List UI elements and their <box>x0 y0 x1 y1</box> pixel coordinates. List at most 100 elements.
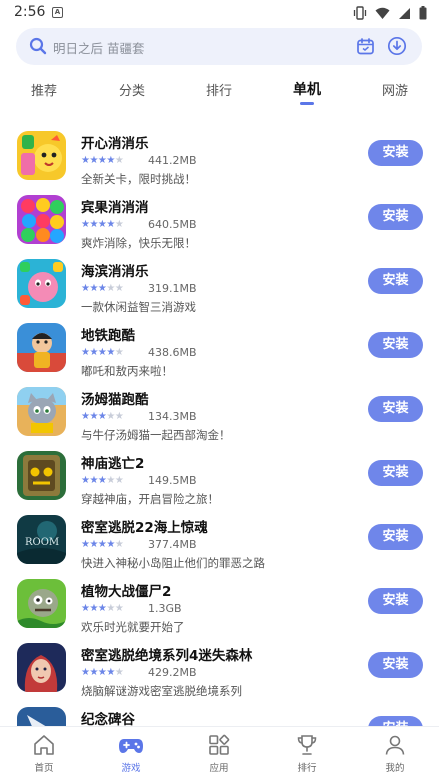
wifi-icon <box>375 7 390 20</box>
list-item[interactable]: 地铁跑酷 ★★★★★ 438.6MB 嘟吒和敖丙来啦！ 安装 <box>0 318 439 382</box>
app-size: 1.3GB <box>148 602 182 615</box>
status-icons <box>353 5 427 21</box>
nav-label: 游戏 <box>121 763 141 774</box>
calendar-icon[interactable] <box>356 37 375 60</box>
tab-ranking[interactable]: 排行 <box>206 80 232 99</box>
nav-label: 排行 <box>297 763 317 774</box>
app-description: 爽炸消除，快乐无限！ <box>81 236 196 250</box>
list-item[interactable]: 宾果消消消 ★★★★★ 640.5MB 爽炸消除，快乐无限！ 安装 <box>0 190 439 254</box>
category-tabs: 推荐 分类 排行 单机 网游 <box>0 76 439 110</box>
subway-surfers-icon <box>17 323 66 372</box>
app-description: 欢乐时光就要开始了 <box>81 620 185 634</box>
nav-label: 我的 <box>385 763 405 774</box>
person-icon <box>365 733 425 757</box>
nav-apps[interactable]: 应用 <box>189 733 249 774</box>
app-size: 377.4MB <box>148 538 197 551</box>
install-button[interactable]: 安装 <box>368 268 423 294</box>
app-description: 烧脑解谜游戏密室逃脱绝境系列 <box>81 684 242 698</box>
install-button[interactable]: 安装 <box>368 588 423 614</box>
install-button[interactable]: 安装 <box>368 140 423 166</box>
search-input[interactable]: 明日之后 苗疆套 <box>53 38 144 57</box>
list-item[interactable]: ROOM 密室逃脱22海上惊魂 ★★★★★ 377.4MB 快进入神秘小岛阻止他… <box>0 510 439 574</box>
room-escape-22-icon: ROOM <box>17 515 66 564</box>
tab-category[interactable]: 分类 <box>119 80 145 99</box>
trophy-icon <box>277 733 337 757</box>
star-rating: ★★★★★ <box>81 603 124 614</box>
install-button[interactable]: 安装 <box>368 652 423 678</box>
app-size: 640.5MB <box>148 218 197 231</box>
app-size: 149.5MB <box>148 474 197 487</box>
install-button[interactable]: 安装 <box>368 460 423 486</box>
bingo-match-icon <box>17 195 66 244</box>
app-size: 441.2MB <box>148 154 197 167</box>
list-item[interactable]: 海滨消消乐 ★★★★★ 319.1MB 一款休闲益智三消游戏 安装 <box>0 254 439 318</box>
list-item[interactable]: 开心消消乐 ★★★★★ 441.2MB 全新关卡，限时挑战！ 安装 <box>0 126 439 190</box>
app-name: 密室逃脱22海上惊魂 <box>81 520 208 536</box>
install-button[interactable]: 安装 <box>368 396 423 422</box>
nav-home[interactable]: 首页 <box>14 733 74 774</box>
install-button[interactable]: 安装 <box>368 332 423 358</box>
star-rating: ★★★★★ <box>81 283 124 294</box>
app-description: 快进入神秘小岛阻止他们的罪恶之路 <box>81 556 265 570</box>
app-description: 与牛仔汤姆猫一起西部淘金！ <box>81 428 231 442</box>
tom-cat-run-icon <box>17 387 66 436</box>
app-size: 134.3MB <box>148 410 197 423</box>
app-description: 穿越神庙，开启冒险之旅！ <box>81 492 219 506</box>
app-name: 海滨消消乐 <box>81 264 149 280</box>
temple-run-icon <box>17 451 66 500</box>
list-item[interactable]: 密室逃脱绝境系列4迷失森林 ★★★★★ 429.2MB 烧脑解谜游戏密室逃脱绝境… <box>0 638 439 702</box>
app-name: 纪念碑谷 <box>81 712 135 728</box>
nav-label: 应用 <box>209 763 229 774</box>
star-rating: ★★★★★ <box>81 155 124 166</box>
star-rating: ★★★★★ <box>81 667 124 678</box>
battery-icon <box>419 6 427 20</box>
tab-online[interactable]: 网游 <box>382 80 408 99</box>
notification-icon: A <box>52 7 63 18</box>
app-description: 全新关卡，限时挑战！ <box>81 172 196 186</box>
app-name: 密室逃脱绝境系列4迷失森林 <box>81 648 253 664</box>
svg-text:ROOM: ROOM <box>25 537 59 548</box>
app-size: 429.2MB <box>148 666 197 679</box>
apps-grid-icon <box>189 733 249 757</box>
app-size: 319.1MB <box>148 282 197 295</box>
install-button[interactable]: 安装 <box>368 524 423 550</box>
star-rating: ★★★★★ <box>81 411 124 422</box>
list-item[interactable]: 植物大战僵尸2 ★★★★★ 1.3GB 欢乐时光就要开始了 安装 <box>0 574 439 638</box>
status-time: 2:56 <box>14 4 46 20</box>
app-name: 植物大战僵尸2 <box>81 584 172 600</box>
star-rating: ★★★★★ <box>81 475 124 486</box>
seaside-match-icon <box>17 259 66 308</box>
install-button[interactable]: 安装 <box>368 204 423 230</box>
download-icon[interactable] <box>387 36 407 60</box>
gamepad-icon <box>101 733 161 757</box>
lost-forest-icon <box>17 643 66 692</box>
nav-ranking[interactable]: 排行 <box>277 733 337 774</box>
vibrate-icon <box>353 6 367 20</box>
search-icon <box>29 37 47 59</box>
star-rating: ★★★★★ <box>81 539 124 550</box>
signal-icon <box>398 7 411 20</box>
list-item[interactable]: 汤姆猫跑酷 ★★★★★ 134.3MB 与牛仔汤姆猫一起西部淘金！ 安装 <box>0 382 439 446</box>
app-description: 一款休闲益智三消游戏 <box>81 300 196 314</box>
tab-single-player[interactable]: 单机 <box>293 79 321 99</box>
nav-games[interactable]: 游戏 <box>101 733 161 774</box>
app-name: 汤姆猫跑酷 <box>81 392 149 408</box>
list-item[interactable]: 神庙逃亡2 ★★★★★ 149.5MB 穿越神庙，开启冒险之旅！ 安装 <box>0 446 439 510</box>
app-name: 神庙逃亡2 <box>81 456 145 472</box>
home-icon <box>14 733 74 757</box>
tab-active-indicator <box>300 102 314 105</box>
happy-match-icon <box>17 131 66 180</box>
nav-label: 首页 <box>34 763 54 774</box>
nav-profile[interactable]: 我的 <box>365 733 425 774</box>
app-name: 宾果消消消 <box>81 200 149 216</box>
app-description: 嘟吒和敖丙来啦！ <box>81 364 173 378</box>
bottom-navigation: 首页 游戏 应用 排行 我的 <box>0 726 439 780</box>
tab-recommend[interactable]: 推荐 <box>31 80 57 99</box>
search-bar[interactable]: 明日之后 苗疆套 <box>16 28 422 65</box>
app-size: 438.6MB <box>148 346 197 359</box>
status-bar: 2:56 A <box>0 0 439 26</box>
app-name: 开心消消乐 <box>81 136 149 152</box>
star-rating: ★★★★★ <box>81 219 124 230</box>
star-rating: ★★★★★ <box>81 347 124 358</box>
plants-vs-zombies-icon <box>17 579 66 628</box>
